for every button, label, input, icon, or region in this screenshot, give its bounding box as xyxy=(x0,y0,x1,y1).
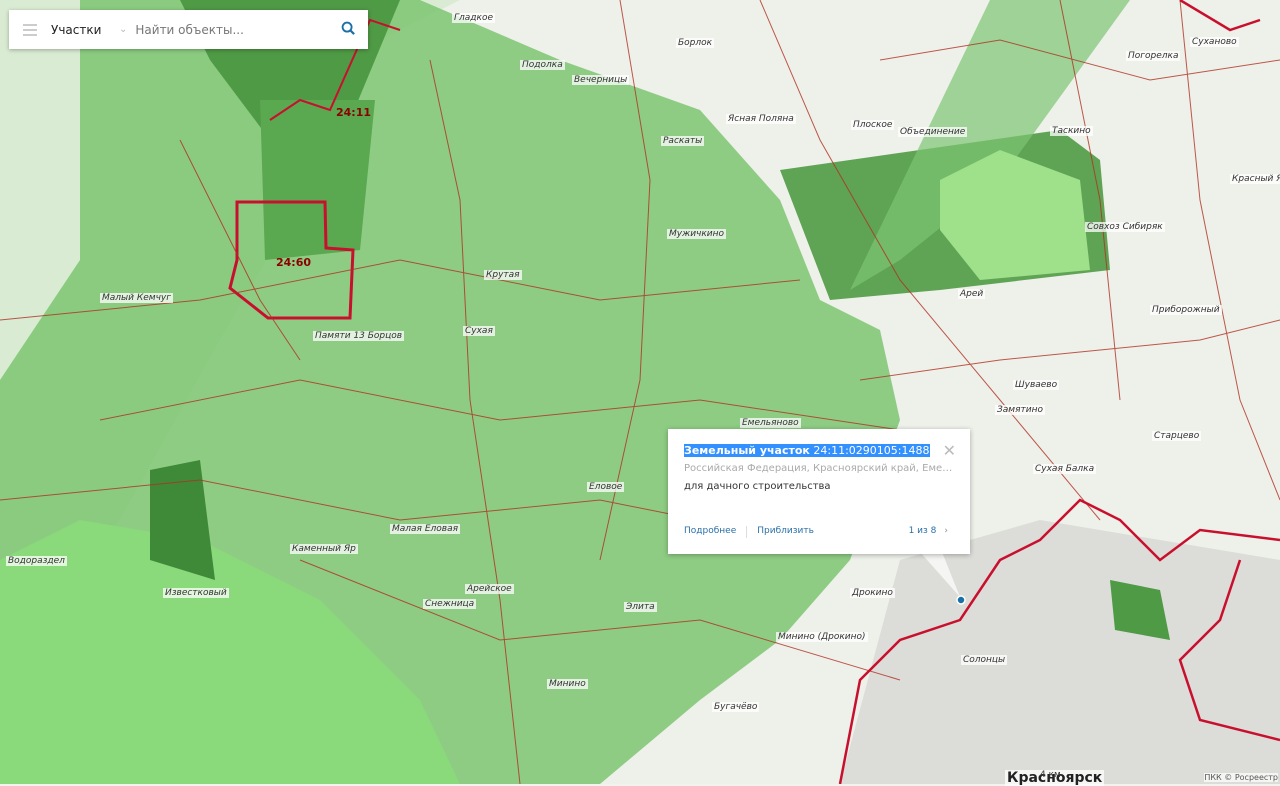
place-label: Приборожный xyxy=(1150,305,1222,315)
object-type: Земельный участок xyxy=(684,444,810,457)
place-label: Снежница xyxy=(423,599,477,609)
place-label: Памяти 13 Борцов xyxy=(313,331,405,341)
place-label: Борлок xyxy=(676,38,715,48)
place-label: Еловое xyxy=(587,482,625,492)
place-label: Минино xyxy=(547,679,588,689)
place-label: Гладкое xyxy=(452,13,495,23)
place-label: Раскаты xyxy=(661,136,705,146)
place-label: Каменный Яр xyxy=(290,544,358,554)
place-label: Вечерницы xyxy=(572,75,630,85)
divider xyxy=(746,526,748,538)
place-label: Арей xyxy=(958,289,986,299)
object-popup: Земельный участок 24:11:0290105:1488 Рос… xyxy=(668,429,970,554)
more-link[interactable]: Подробнее xyxy=(684,526,736,538)
pager: 1 из 8 xyxy=(908,526,937,536)
place-label: Совхоз Сибиряк xyxy=(1085,222,1165,232)
scale-bar: 4 км xyxy=(1040,770,1061,780)
object-address: Российская Федерация, Красноярский край,… xyxy=(684,463,954,474)
place-label: Элита xyxy=(624,602,657,612)
place-label: Таскино xyxy=(1050,126,1093,136)
zoom-to-link[interactable]: Приблизить xyxy=(757,526,814,538)
place-label: Плоское xyxy=(851,120,895,130)
place-label: Сухая xyxy=(463,326,495,336)
place-label: Емельяново xyxy=(740,418,801,428)
district-label: 24:11 xyxy=(336,106,372,119)
place-label: Бугачёво xyxy=(712,702,760,712)
cadastral-number: 24:11:0290105:1488 xyxy=(813,444,930,457)
chevron-down-icon[interactable]: ⌄ xyxy=(119,24,127,35)
place-label: Мужичкино xyxy=(667,229,727,239)
place-label: Малый Кемчуг xyxy=(100,293,173,303)
object-use: для дачного строительства xyxy=(684,481,831,492)
close-icon[interactable]: ✕ xyxy=(943,441,956,460)
search-button[interactable] xyxy=(328,21,368,39)
search-bar: Участки ⌄ xyxy=(9,10,368,49)
layer-select[interactable]: Участки xyxy=(51,23,119,37)
place-label: Дрокино xyxy=(850,588,895,598)
place-label: Известковый xyxy=(163,588,229,598)
search-icon xyxy=(341,21,355,35)
place-label: Арейское xyxy=(465,584,514,594)
place-label: Погорелка xyxy=(1126,51,1181,61)
next-icon[interactable]: › xyxy=(944,526,948,538)
place-label: Малая Еловая xyxy=(390,524,461,534)
place-label: Шуваево xyxy=(1013,380,1060,390)
place-label: Водораздел xyxy=(6,556,67,566)
place-label: Солонцы xyxy=(961,655,1008,665)
place-label: Объединение xyxy=(898,127,968,137)
map-canvas[interactable] xyxy=(0,0,1280,784)
place-label: Замятино xyxy=(995,405,1045,415)
place-label: Минино (Дрокино) xyxy=(776,632,868,642)
menu-icon[interactable] xyxy=(23,23,37,36)
search-input[interactable] xyxy=(135,22,328,37)
place-label: Ясная Поляна xyxy=(726,114,796,124)
place-label: Красный Яр xyxy=(1230,174,1280,184)
place-label: Подолка xyxy=(520,60,565,70)
place-label: Крутая xyxy=(484,270,522,280)
popup-title: Земельный участок 24:11:0290105:1488 xyxy=(684,444,954,457)
attribution: ПКК © Росреестр xyxy=(1204,773,1278,782)
district-label: 24:60 xyxy=(276,256,312,269)
place-label: Сухая Балка xyxy=(1033,464,1097,474)
place-label: Суханово xyxy=(1190,37,1239,47)
place-label: Старцево xyxy=(1152,431,1202,441)
